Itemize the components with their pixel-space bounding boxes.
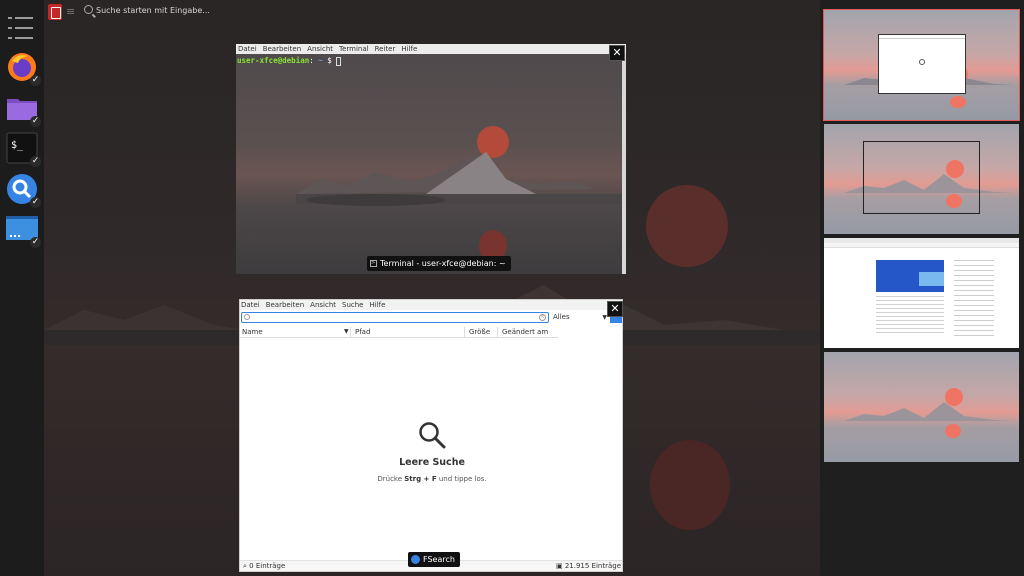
menu-hilfe[interactable]: Hilfe: [401, 45, 417, 53]
hint-suffix: und tippe los.: [436, 475, 487, 483]
menu-ansicht[interactable]: Ansicht: [307, 45, 333, 53]
thumb-window-browser: [878, 34, 966, 94]
terminal-close-button[interactable]: ✕: [609, 45, 625, 61]
thumb-page-sidebar: [954, 260, 994, 336]
sort-arrow-icon: ▼: [344, 328, 349, 335]
magnifier-icon[interactable]: ✓: [6, 173, 41, 208]
app-launcher-icon[interactable]: [48, 4, 62, 20]
dock: ✓ ✓ $_ ✓ ✓ ✓: [0, 0, 44, 576]
column-separator: [464, 327, 465, 337]
folder-icon[interactable]: ✓: [6, 92, 41, 127]
thumb-browser-toolbar: [824, 243, 1019, 248]
terminal-body[interactable]: user-xfce@debian: ~ $: [236, 54, 622, 274]
fsearch-small-icon: [411, 555, 420, 564]
desktop: ≡ Suche starten mit Eingabe... ✓ ✓ $_ ✓ …: [0, 0, 1024, 576]
empty-title: Leere Suche: [399, 457, 465, 468]
menu-datei[interactable]: Datei: [241, 301, 260, 309]
top-search-bar: ≡ Suche starten mit Eingabe...: [44, 0, 820, 24]
search-icon: [84, 5, 93, 14]
thumb-mountains: [844, 402, 1014, 421]
menu-terminal[interactable]: Terminal: [339, 45, 369, 53]
column-modified[interactable]: Geändert am: [502, 328, 548, 336]
thumb-page-text: [876, 296, 944, 336]
terminal-icon[interactable]: $_ ✓: [6, 132, 41, 167]
running-check-icon: ✓: [30, 75, 41, 86]
terminal-small-icon: >: [370, 260, 377, 267]
column-path[interactable]: Pfad: [355, 328, 370, 336]
terminal-prompt[interactable]: user-xfce@debian: ~ $: [237, 56, 342, 66]
status-right: ▣ 21.915 Einträge: [555, 562, 621, 570]
search-prompt[interactable]: Suche starten mit Eingabe...: [96, 6, 210, 15]
workspace-thumbnail-1[interactable]: [823, 9, 1020, 121]
thumb-page-image: [919, 272, 944, 286]
workspace-switcher: [820, 0, 1024, 576]
hint-keys: Strg + F: [404, 475, 437, 483]
hint-prefix: Drücke: [377, 475, 405, 483]
fsearch-column-header: Name ▼ Pfad Größe Geändert am: [240, 326, 558, 338]
menu-bearbeiten[interactable]: Bearbeiten: [263, 45, 301, 53]
wallpaper-sun-reflection: [650, 440, 730, 530]
terminal-title-label: > Terminal - user-xfce@debian: ~: [367, 256, 511, 271]
desktop-icon[interactable]: ✓: [6, 213, 41, 248]
clear-icon[interactable]: ×: [539, 314, 546, 321]
column-separator: [350, 327, 351, 337]
menu-bearbeiten[interactable]: Bearbeiten: [266, 301, 304, 309]
workspace-thumbnail-3[interactable]: [824, 238, 1019, 348]
fsearch-close-button[interactable]: ✕: [607, 301, 623, 317]
search-icon: [244, 314, 250, 320]
hamburger-menu-icon[interactable]: [6, 12, 38, 44]
empty-hint: Drücke Strg + F und tippe los.: [240, 475, 622, 483]
list-view-icon[interactable]: ≡: [66, 5, 75, 18]
menu-hilfe[interactable]: Hilfe: [370, 301, 386, 309]
text-cursor: [336, 56, 342, 66]
column-size[interactable]: Größe: [469, 328, 490, 336]
fsearch-title: FSearch: [423, 555, 455, 564]
terminal-scrollbar[interactable]: [622, 54, 626, 274]
running-check-icon: ✓: [30, 156, 41, 167]
thumb-sun-reflection: [950, 96, 966, 108]
fsearch-menubar: Datei Bearbeiten Ansicht Suche Hilfe: [240, 300, 622, 310]
filter-select[interactable]: Alles ▼: [551, 312, 609, 323]
fsearch-window[interactable]: Datei Bearbeiten Ansicht Suche Hilfe × A…: [239, 299, 623, 572]
firefox-icon[interactable]: ✓: [6, 51, 41, 86]
menu-ansicht[interactable]: Ansicht: [310, 301, 336, 309]
svg-text:$_: $_: [11, 140, 24, 151]
fsearch-title-label: FSearch: [408, 552, 460, 567]
database-count: 21.915 Einträge: [564, 562, 621, 570]
running-check-icon: ✓: [30, 237, 41, 248]
fsearch-toolbar: × Alles ▼: [240, 311, 622, 325]
workspace-thumbnail-2[interactable]: [824, 124, 1019, 234]
prompt-path: ~: [313, 56, 323, 65]
result-count: 0 Einträge: [249, 562, 286, 570]
terminal-background-scene: [296, 126, 622, 262]
menu-datei[interactable]: Datei: [238, 45, 257, 53]
prompt-symbol: $: [322, 56, 337, 65]
thumb-sun-reflection: [945, 424, 961, 438]
thumb-window-outline: [863, 141, 980, 214]
workspace-thumbnail-4[interactable]: [824, 352, 1019, 462]
status-left: ⌕ 0 Einträge: [243, 562, 286, 570]
running-check-icon: ✓: [30, 197, 41, 208]
prompt-user: user-xfce@debian: [237, 56, 310, 65]
column-separator: [497, 327, 498, 337]
menu-suche[interactable]: Suche: [342, 301, 363, 309]
fsearch-search-input[interactable]: [241, 312, 549, 323]
filter-value: Alles: [553, 313, 570, 321]
terminal-window[interactable]: Datei Bearbeiten Ansicht Terminal Reiter…: [236, 44, 626, 274]
menu-reiter[interactable]: Reiter: [375, 45, 396, 53]
terminal-menubar: Datei Bearbeiten Ansicht Terminal Reiter…: [236, 44, 626, 54]
running-check-icon: ✓: [30, 116, 41, 127]
column-name[interactable]: Name: [242, 328, 263, 336]
empty-search-icon: [419, 422, 446, 449]
terminal-title: Terminal - user-xfce@debian: ~: [380, 259, 506, 268]
